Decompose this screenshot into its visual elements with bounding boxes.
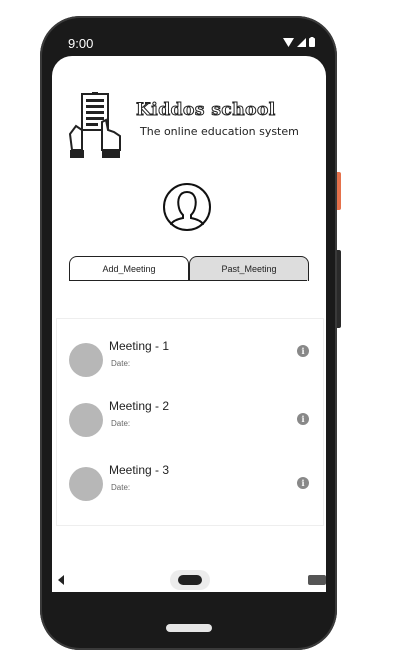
info-icon[interactable]: i xyxy=(297,477,309,489)
system-nav-bar xyxy=(52,568,326,592)
brand-subtitle: The online education system xyxy=(140,125,299,138)
info-icon[interactable]: i xyxy=(297,345,309,357)
avatar xyxy=(69,403,103,437)
meeting-list: Meeting - 1 Date: i Meeting - 2 Date: i … xyxy=(56,318,324,526)
wifi-icon xyxy=(283,37,294,47)
tab-add-meeting[interactable]: Add_Meeting xyxy=(69,256,189,281)
signal-icon xyxy=(297,37,306,47)
list-item[interactable]: Meeting - 2 Date: i xyxy=(57,397,323,441)
meeting-date: Date: xyxy=(111,419,131,428)
document-hands-icon xyxy=(68,91,128,162)
power-button xyxy=(337,172,341,210)
meeting-title: Meeting - 1 xyxy=(109,339,170,353)
user-profile-icon[interactable] xyxy=(162,182,212,232)
info-icon[interactable]: i xyxy=(297,413,309,425)
home-icon xyxy=(178,575,202,585)
tab-past-meeting[interactable]: Past_Meeting xyxy=(189,256,309,281)
meeting-title: Meeting - 2 xyxy=(109,399,170,413)
tab-divider xyxy=(69,280,307,281)
app-screen: Kiddos school The online education syste… xyxy=(52,56,326,592)
meeting-date: Date: xyxy=(111,483,131,492)
meeting-title: Meeting - 3 xyxy=(109,463,170,477)
volume-button xyxy=(337,250,341,328)
meeting-date: Date: xyxy=(111,359,131,368)
brand-title: Kiddos school xyxy=(136,100,276,121)
home-button[interactable] xyxy=(170,570,210,590)
status-time: 9:00 xyxy=(68,36,94,51)
avatar xyxy=(69,467,103,501)
battery-icon xyxy=(309,37,315,47)
status-bar: 9:00 xyxy=(50,30,327,58)
list-item[interactable]: Meeting - 1 Date: i xyxy=(57,337,323,381)
recents-icon[interactable] xyxy=(308,575,326,585)
avatar xyxy=(69,343,103,377)
status-icons xyxy=(283,37,315,47)
back-icon[interactable] xyxy=(58,575,64,585)
list-item[interactable]: Meeting - 3 Date: i xyxy=(57,461,323,505)
gesture-pill[interactable] xyxy=(166,624,212,632)
